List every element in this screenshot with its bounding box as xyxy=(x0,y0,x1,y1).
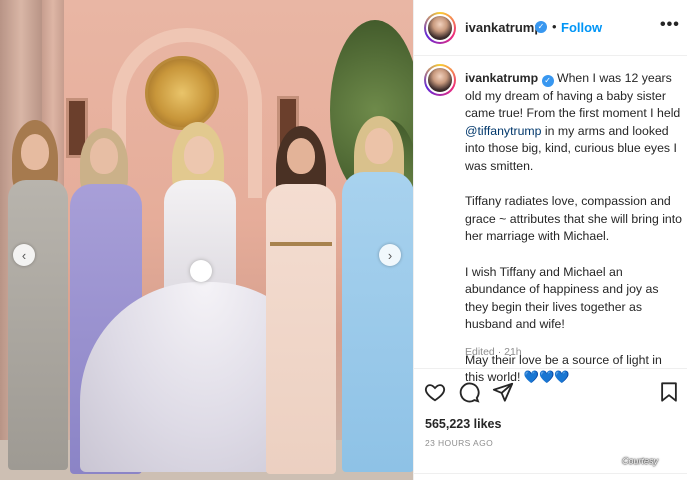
header-username[interactable]: ivankatrump xyxy=(465,20,542,35)
verified-badge-icon: ✓ xyxy=(535,21,547,33)
post-timestamp[interactable]: 23 HOURS AGO xyxy=(425,438,493,448)
follow-button[interactable]: Follow xyxy=(561,20,602,35)
gold-medallion xyxy=(145,56,219,130)
chevron-left-icon: ‹ xyxy=(21,247,27,263)
carousel-prev-button[interactable]: ‹ xyxy=(13,244,35,266)
post-photo[interactable]: ‹ › xyxy=(0,0,413,480)
caption-paragraph-2: Tiffany radiates love, compassion and gr… xyxy=(465,194,683,244)
more-options-icon[interactable]: ••• xyxy=(660,16,680,34)
caption-avatar[interactable] xyxy=(424,64,456,96)
caption-paragraph-1: ivankatrump ✓ When I was 12 years old my… xyxy=(465,70,683,176)
comment-row-divider xyxy=(414,473,687,480)
header-separator: • xyxy=(552,19,557,34)
carousel-next-button[interactable]: › xyxy=(379,244,401,266)
mention-link[interactable]: @tiffanytrump xyxy=(465,124,542,138)
edited-label: Edited · 21h xyxy=(465,346,522,358)
heart-icon[interactable] xyxy=(424,381,446,403)
send-icon[interactable] xyxy=(492,381,514,403)
courtesy-watermark: Courtesy xyxy=(622,456,659,466)
post-header: ivankatrump ✓ • Follow ••• xyxy=(414,0,687,56)
post-side-panel: ivankatrump ✓ • Follow ••• ivankatrump ✓… xyxy=(413,0,687,480)
person-blush-gown xyxy=(256,126,346,480)
comment-icon[interactable] xyxy=(458,381,480,403)
avatar[interactable] xyxy=(424,12,456,44)
caption-username[interactable]: ivankatrump xyxy=(465,71,538,85)
chevron-right-icon: › xyxy=(387,247,393,263)
verified-badge-icon: ✓ xyxy=(541,75,554,87)
person-blue-gown xyxy=(336,116,413,480)
likes-count[interactable]: 565,223 likes xyxy=(425,417,501,431)
caption-paragraph-3: I wish Tiffany and Michael an abundance … xyxy=(465,264,659,332)
bookmark-icon[interactable] xyxy=(658,381,680,403)
